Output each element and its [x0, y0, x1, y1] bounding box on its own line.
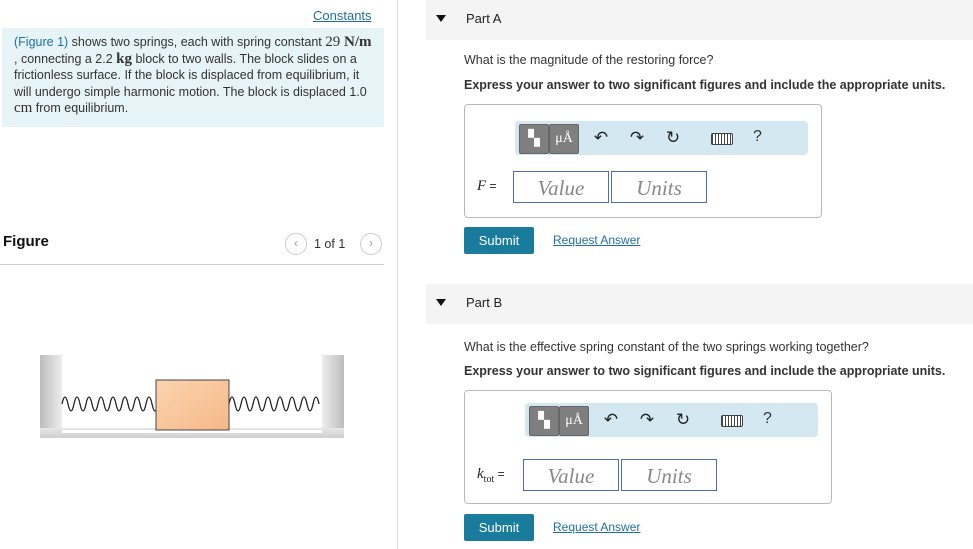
templates-icon[interactable]: ▚	[529, 406, 559, 436]
next-figure-button[interactable]: ›	[360, 233, 382, 255]
left-wall	[40, 355, 62, 433]
keyboard-icon[interactable]	[711, 133, 733, 145]
part-a-submit-button[interactable]: Submit	[464, 227, 534, 254]
part-a-instruction: Express your answer to two significant f…	[464, 78, 946, 92]
figure-page-count: 1 of 1	[314, 237, 346, 251]
undo-icon[interactable]: ↶	[601, 410, 621, 430]
undo-icon[interactable]: ↶	[591, 128, 611, 148]
part-a-variable-label: F =	[477, 178, 497, 194]
part-b-title: Part B	[466, 295, 503, 310]
redo-icon[interactable]: ↷	[637, 410, 657, 430]
part-a-request-answer-link[interactable]: Request Answer	[553, 233, 640, 247]
part-a-value-input[interactable]: Value	[513, 171, 609, 203]
spring-constant-value: 29	[325, 34, 345, 50]
left-spring	[61, 396, 165, 412]
units-icon[interactable]: μÅ	[549, 124, 579, 154]
problem-text-2: , connecting a 2.2	[14, 51, 117, 66]
keyboard-icon[interactable]	[721, 415, 743, 427]
problem-text-4: from equilibrium.	[32, 101, 129, 115]
part-a-title: Part A	[466, 11, 502, 26]
help-icon[interactable]: ?	[753, 128, 762, 146]
reset-icon[interactable]: ↻	[673, 410, 693, 430]
templates-icon[interactable]: ▚	[519, 124, 549, 154]
reset-icon[interactable]: ↻	[663, 128, 683, 148]
part-b-answer-box: ▚ μÅ ↶ ↷ ↻ ? ktot = Value Units	[464, 390, 832, 504]
redo-icon[interactable]: ↷	[627, 128, 647, 148]
part-b-units-input[interactable]: Units	[621, 459, 717, 491]
problem-statement: (Figure 1) shows two springs, each with …	[14, 34, 374, 117]
part-b-request-answer-link[interactable]: Request Answer	[553, 520, 640, 534]
part-a-units-input[interactable]: Units	[611, 171, 707, 203]
block	[155, 379, 230, 431]
collapse-caret-icon[interactable]	[436, 299, 446, 306]
displacement-unit: cm	[14, 100, 33, 116]
problem-text-1: shows two springs, each with spring cons…	[68, 35, 326, 49]
part-a-header[interactable]: Part A	[426, 0, 973, 40]
spring-constant-unit: N/m	[344, 34, 372, 50]
part-a-toolbar: ▚ μÅ ↶ ↷ ↻ ?	[515, 121, 808, 155]
figure-title: Figure	[3, 233, 49, 250]
part-b-submit-button[interactable]: Submit	[464, 514, 534, 541]
previous-figure-button[interactable]: ‹	[285, 233, 307, 255]
units-icon[interactable]: μÅ	[559, 406, 589, 436]
constants-link[interactable]: Constants	[313, 8, 372, 23]
collapse-caret-icon[interactable]	[436, 15, 446, 22]
part-b-variable-label: ktot =	[477, 466, 505, 485]
part-b-instruction: Express your answer to two significant f…	[464, 364, 946, 378]
part-b-toolbar: ▚ μÅ ↶ ↷ ↻ ?	[525, 403, 818, 437]
part-b-header[interactable]: Part B	[426, 284, 973, 324]
mass-unit: kg	[116, 50, 132, 67]
right-spring	[228, 396, 320, 412]
help-icon[interactable]: ?	[763, 410, 772, 428]
part-a-question: What is the magnitude of the restoring f…	[464, 53, 714, 67]
left-panel: Constants (Figure 1) shows two springs, …	[0, 0, 398, 549]
figure-link[interactable]: (Figure 1)	[14, 35, 68, 49]
right-wall	[322, 355, 344, 433]
figure-header: Figure ‹ 1 of 1 ›	[0, 228, 384, 265]
part-b-question: What is the effective spring constant of…	[464, 340, 869, 354]
spring-block-diagram	[40, 355, 344, 438]
part-b-value-input[interactable]: Value	[523, 459, 619, 491]
part-a-answer-box: ▚ μÅ ↶ ↷ ↻ ? F = Value Units	[464, 104, 822, 218]
